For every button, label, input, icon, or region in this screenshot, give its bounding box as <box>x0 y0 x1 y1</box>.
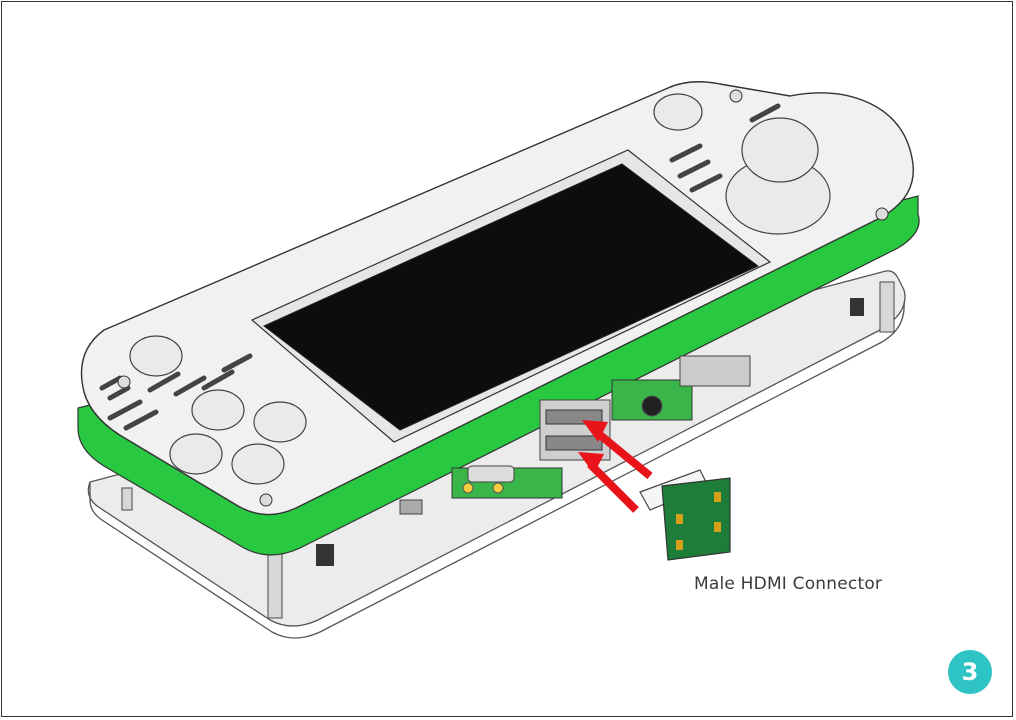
male-hdmi-connector <box>639 469 731 561</box>
game-console-assembly-illustration <box>77 81 920 639</box>
step-number-badge: 3 <box>948 650 992 694</box>
connector-label: Male HDMI Connector <box>694 574 883 594</box>
